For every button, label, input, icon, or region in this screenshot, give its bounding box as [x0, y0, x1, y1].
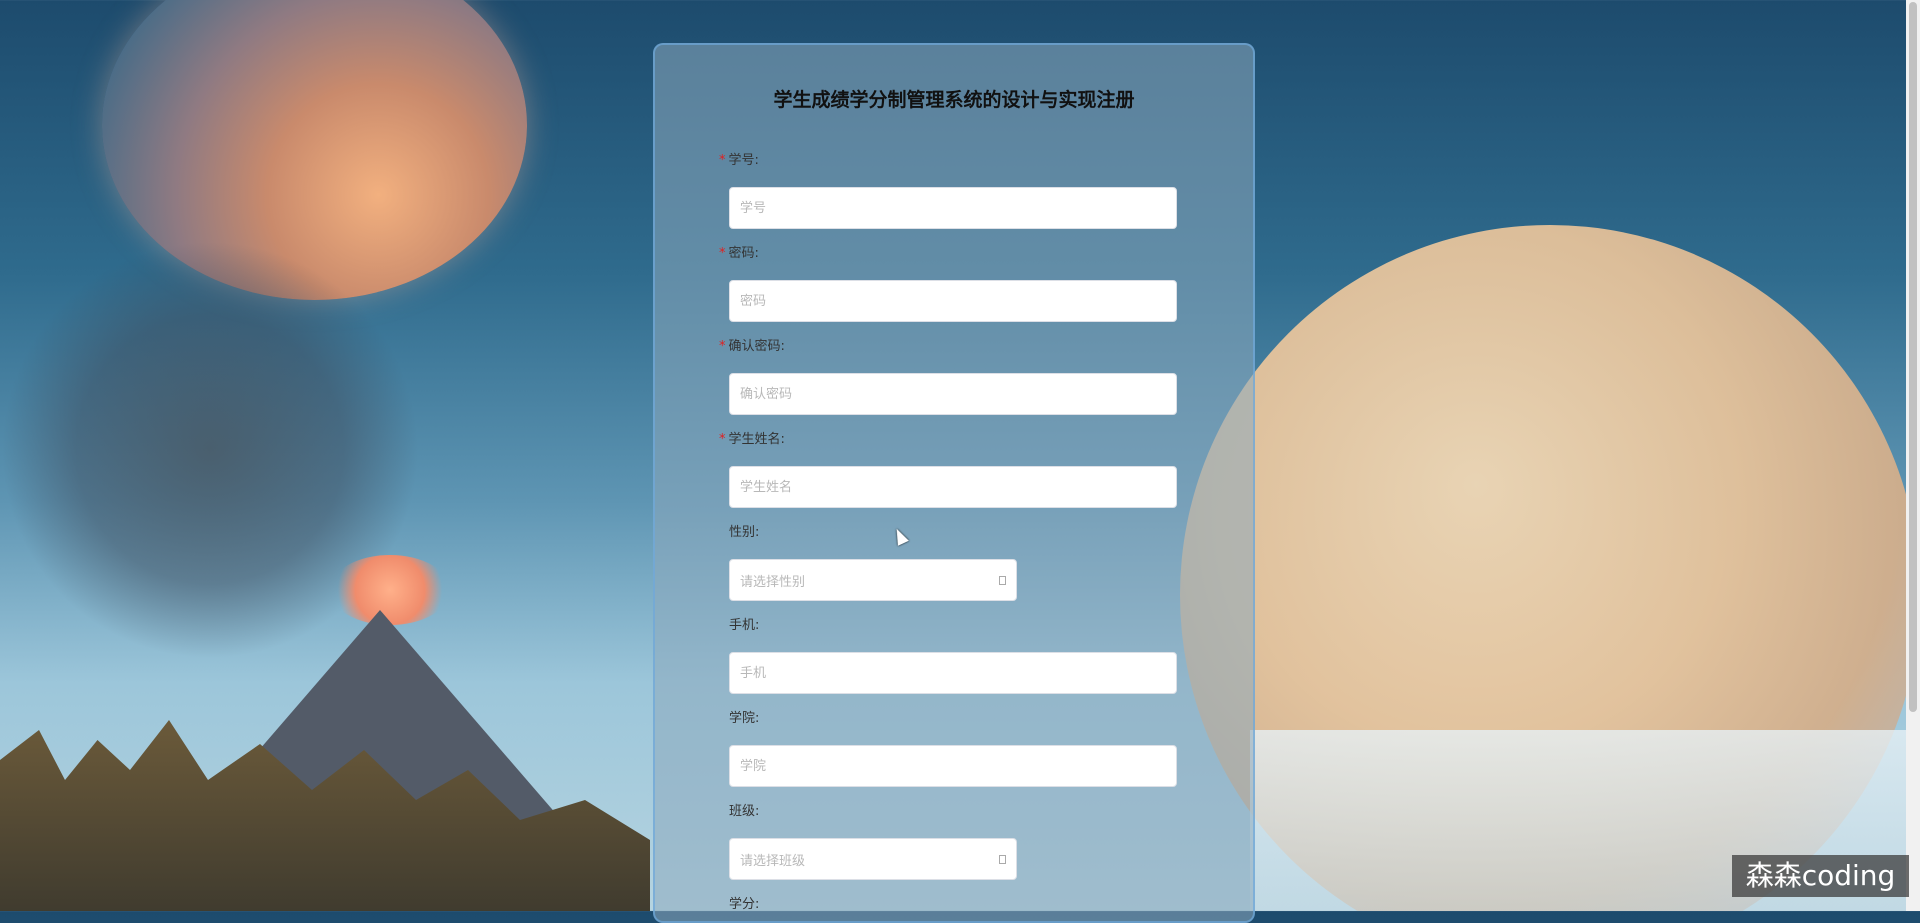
field-label: 学分: — [729, 897, 760, 912]
field-label: * 学号: — [719, 153, 759, 168]
required-mark: * — [719, 153, 726, 168]
student-name-input[interactable] — [729, 466, 1177, 508]
class-select[interactable]: 请选择班级 — [729, 838, 1017, 880]
select-placeholder: 请选择班级 — [740, 853, 806, 869]
gender-select[interactable]: 请选择性别 — [729, 559, 1017, 601]
dropdown-arrow-icon — [999, 854, 1006, 864]
page-title: 学生成绩学分制管理系统的设计与实现注册 — [773, 89, 1135, 111]
dropdown-arrow-icon — [999, 575, 1006, 585]
field-student-id: * 学号: — [719, 152, 1177, 229]
field-label: * 确认密码: — [719, 339, 785, 354]
field-label: 学院: — [729, 711, 760, 726]
confirm-password-input[interactable] — [729, 373, 1177, 415]
field-confirm-password: * 确认密码: — [719, 338, 1177, 415]
page-scrollbar[interactable] — [1906, 0, 1920, 911]
select-placeholder: 请选择性别 — [740, 574, 806, 590]
register-card: 学生成绩学分制管理系统的设计与实现注册 *学号: *密码: *确认密码: *学生… — [653, 43, 1255, 923]
field-class: 班级: 请选择班级 — [719, 803, 1017, 880]
field-label: 性别: — [729, 525, 760, 540]
password-input[interactable] — [729, 280, 1177, 322]
field-college: 学院: — [719, 710, 1177, 787]
field-phone: 手机: — [719, 617, 1177, 694]
required-mark: * — [719, 339, 726, 354]
watermark: 森森coding — [1732, 855, 1909, 897]
field-student-name: * 学生姓名: — [719, 431, 1177, 508]
field-credits: 学分: — [719, 896, 759, 914]
college-input[interactable] — [729, 745, 1177, 787]
phone-input[interactable] — [729, 652, 1177, 694]
field-label: 班级: — [729, 804, 760, 819]
field-label: * 密码: — [719, 246, 759, 261]
required-mark: * — [719, 432, 726, 447]
field-label: 手机: — [729, 618, 760, 633]
field-password: * 密码: — [719, 245, 1177, 322]
field-gender: 性别: 请选择性别 — [719, 524, 1017, 601]
field-label: * 学生姓名: — [719, 432, 785, 447]
scrollbar-thumb[interactable] — [1909, 2, 1917, 712]
student-id-input[interactable] — [729, 187, 1177, 229]
required-mark: * — [719, 246, 726, 261]
